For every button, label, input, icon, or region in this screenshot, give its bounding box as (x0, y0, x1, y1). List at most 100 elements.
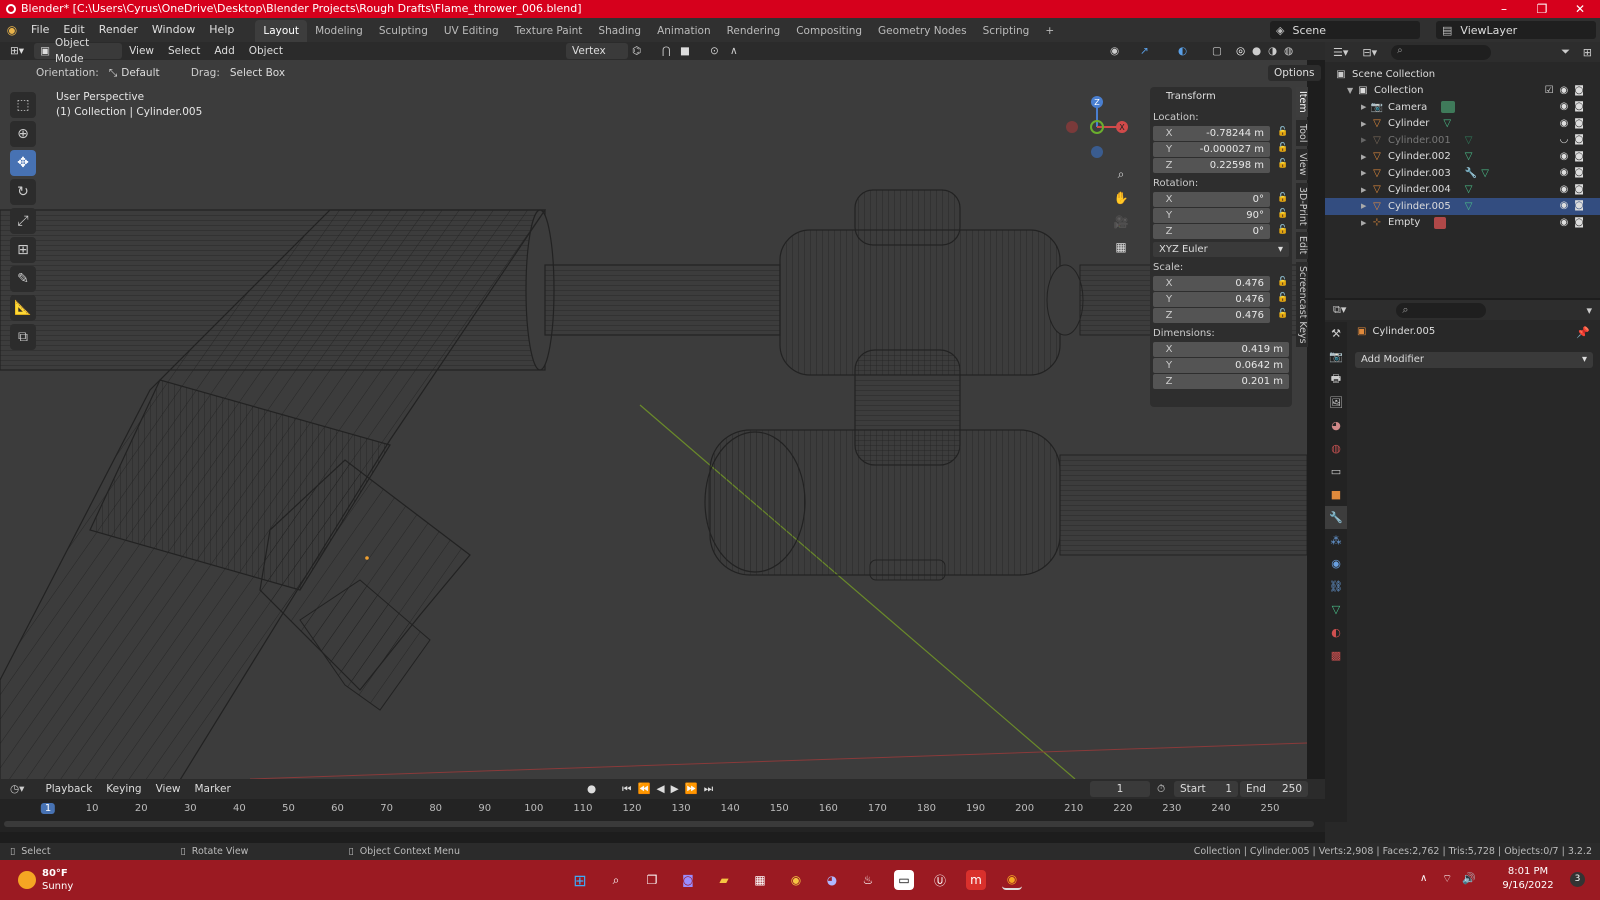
properties-editor-type-icon[interactable]: ⧉▾ (1333, 303, 1346, 317)
scale-z-field[interactable]: Z 0.476 🔓 (1153, 308, 1288, 323)
notification-badge[interactable]: 3 (1570, 872, 1585, 887)
outliner-row-cylinder[interactable]: ▶ ▽ Cylinder ▽ ◉◙ (1325, 116, 1600, 133)
outliner-row-empty[interactable]: ▶ ⊹ Empty ◉◙ (1325, 215, 1600, 232)
dimension-x-field[interactable]: X 0.419 m (1153, 342, 1289, 357)
cursor-tool-icon[interactable]: ⊕ (10, 121, 36, 147)
row-visibility-icons[interactable]: ◉◙ (1560, 184, 1590, 195)
outliner-row-cylinder-005[interactable]: ▶ ▽ Cylinder.005 ▽ ◉◙ (1325, 198, 1600, 215)
material-properties-icon[interactable]: ◐ (1325, 621, 1347, 644)
tab-tool[interactable]: Tool (1296, 119, 1308, 147)
lock-icon[interactable]: 🔓 (1277, 209, 1288, 221)
expand-arrow-icon[interactable]: ▶ (1361, 186, 1371, 194)
xray-icon[interactable]: ▢ (1212, 45, 1222, 57)
display-mode-icon[interactable]: ⊟▾ (1362, 46, 1377, 59)
expand-arrow-icon[interactable]: ▶ (1361, 136, 1371, 144)
camera-view-icon[interactable]: 🎥 (1110, 211, 1132, 233)
rotation-mode-dropdown[interactable]: XYZ Euler ▾ (1153, 242, 1289, 257)
menu-keying[interactable]: Keying (99, 783, 148, 795)
expand-arrow-icon[interactable]: ▶ (1361, 153, 1371, 161)
chevron-down-icon[interactable]: ▾ (1586, 304, 1592, 317)
tab-scripting[interactable]: Scripting (975, 20, 1038, 42)
tab-compositing[interactable]: Compositing (788, 20, 870, 42)
clock-icon[interactable]: ⏱ (1157, 783, 1165, 796)
snap-increment-icon[interactable]: ■ (680, 45, 690, 57)
dimension-y-field[interactable]: Y 0.0642 m (1153, 358, 1289, 373)
tab-view[interactable]: View (1296, 149, 1308, 180)
editor-type-icon[interactable]: ⊞▾ (4, 43, 30, 59)
scale-x-field[interactable]: X 0.476 🔓 (1153, 276, 1288, 291)
lock-icon[interactable]: 🔓 (1277, 193, 1288, 205)
transform-tool-icon[interactable]: ⊞ (10, 237, 36, 263)
outliner-row-cylinder-002[interactable]: ▶ ▽ Cylinder.002 ▽ ◉◙ (1325, 149, 1600, 166)
store-icon[interactable]: ▦ (750, 870, 770, 890)
unreal-engine-icon[interactable]: Ⓤ (930, 870, 950, 890)
mode-dropdown[interactable]: ▣ Object Mode (34, 37, 123, 65)
tab-sculpting[interactable]: Sculpting (371, 20, 436, 42)
move-tool-icon[interactable]: ✥ (10, 150, 36, 176)
start-frame-field[interactable]: Start 1 (1174, 781, 1238, 797)
playback-controls[interactable]: ⏮⏪◀▶⏩⏭ (622, 782, 719, 796)
minimize-button[interactable]: – (1484, 0, 1524, 18)
wireframe-shading-icon[interactable]: ◎ (1236, 45, 1245, 57)
ortho-grid-icon[interactable]: ▦ (1110, 236, 1132, 258)
row-visibility-icons[interactable]: ◉◙ (1560, 118, 1590, 129)
modifier-properties-icon[interactable]: 🔧 (1325, 506, 1347, 529)
sun-weather-icon[interactable] (18, 871, 36, 889)
task-view-icon[interactable]: ❐ (642, 870, 662, 890)
row-visibility-icons[interactable]: ◡◙ (1560, 134, 1590, 145)
add-cube-tool-icon[interactable]: ⧉ (10, 324, 36, 350)
timeline-editor-type-icon[interactable]: ◷▾ (10, 783, 24, 795)
row-visibility-icons[interactable]: ☑◉◙ (1545, 85, 1590, 96)
navigation-gizmo[interactable]: Z X (1062, 92, 1132, 162)
record-icon[interactable]: ● (587, 783, 596, 795)
tab-shading[interactable]: Shading (590, 20, 649, 42)
pan-hand-icon[interactable]: ✋ (1110, 187, 1132, 209)
lock-icon[interactable]: 🔓 (1277, 159, 1288, 171)
row-visibility-icons[interactable]: ◉◙ (1560, 101, 1590, 112)
filter-icon[interactable]: ⏷ (1561, 45, 1570, 59)
expand-arrow-icon[interactable]: ▶ (1361, 103, 1371, 111)
scene-properties-icon[interactable]: ◕ (1325, 414, 1347, 437)
steam-icon[interactable]: ♨ (858, 870, 878, 890)
zoom-icon[interactable]: ⌕ (1110, 163, 1132, 185)
location-x-field[interactable]: X -0.78244 m 🔓 (1153, 126, 1288, 141)
row-visibility-icons[interactable]: ◉◙ (1560, 200, 1590, 211)
scene-collection-row[interactable]: ▣ Scene Collection (1325, 66, 1600, 83)
tab-layout[interactable]: Layout (255, 20, 308, 42)
blender-taskbar-icon[interactable]: ◉ (1002, 870, 1022, 890)
rendered-shading-icon[interactable]: ◍ (1284, 45, 1293, 57)
object-properties-icon[interactable]: ■ (1325, 483, 1347, 506)
maximize-button[interactable]: ❐ (1522, 0, 1562, 18)
snap-target-dropdown[interactable]: Vertex (566, 43, 628, 59)
close-button[interactable]: ✕ (1560, 0, 1600, 18)
orientation-dropdown[interactable]: ⤡ Default (103, 65, 181, 81)
chrome-icon[interactable]: ◉ (786, 870, 806, 890)
tab-item[interactable]: Item (1296, 87, 1308, 117)
properties-search-input[interactable]: ⌕ (1396, 302, 1487, 318)
tab-screencast-keys[interactable]: Screencast Keys (1296, 261, 1308, 348)
gizmo-toggle-icon[interactable]: ↗ (1140, 45, 1149, 57)
viewlayer-selector[interactable]: ▤ ViewLayer (1436, 21, 1596, 39)
render-properties-icon[interactable]: 📷 (1325, 345, 1347, 368)
annotate-tool-icon[interactable]: ✎ (10, 266, 36, 292)
tab-edit[interactable]: Edit (1296, 232, 1308, 259)
row-visibility-icons[interactable]: ◉◙ (1560, 167, 1590, 178)
timeline-ruler[interactable]: 1 10 20 30 40 50 60 70 80 90 100 110 120 130 140 150 160… (0, 799, 1325, 819)
menu-view[interactable]: View (122, 45, 161, 57)
file-explorer-icon[interactable]: ▰ (714, 870, 734, 890)
expand-arrow-icon[interactable]: ▼ (1347, 86, 1357, 95)
end-frame-field[interactable]: End 250 (1240, 781, 1308, 797)
row-visibility-icons[interactable]: ◉◙ (1560, 217, 1590, 228)
outliner-editor-type-icon[interactable]: ☰▾ (1333, 46, 1348, 59)
search-icon[interactable]: ⌕ (606, 870, 626, 890)
world-properties-icon[interactable]: ◍ (1325, 437, 1347, 460)
solid-shading-icon[interactable]: ● (1252, 45, 1261, 57)
volume-icon[interactable]: 🔊 (1462, 872, 1476, 885)
menu-add[interactable]: Add (207, 45, 241, 57)
teams-chat-icon[interactable]: ◙ (678, 870, 698, 890)
overlays-icon[interactable]: ◐ (1178, 45, 1187, 57)
material-shading-icon[interactable]: ◑ (1268, 45, 1277, 57)
collection-properties-icon[interactable]: ▭ (1325, 460, 1347, 483)
clock-date[interactable]: 9/16/2022 (1488, 880, 1568, 891)
row-visibility-icons[interactable]: ◉◙ (1560, 151, 1590, 162)
